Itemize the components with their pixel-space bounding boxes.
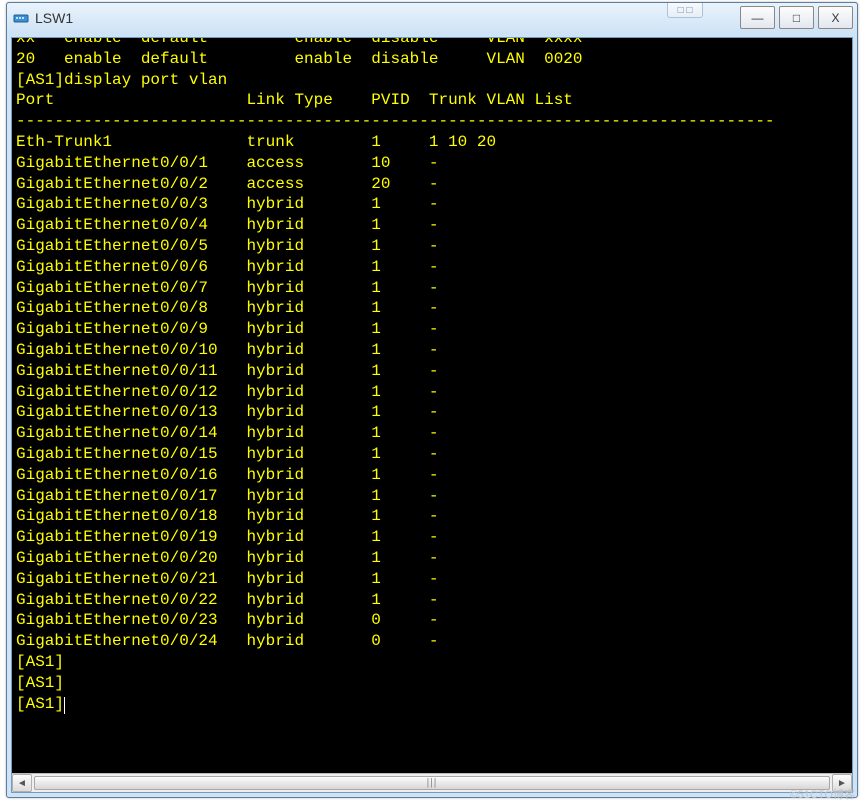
watermark: ©51CTO博客 xyxy=(790,786,855,802)
window-title: LSW1 xyxy=(35,10,73,26)
terminal-area[interactable]: xx enable default enable disable VLAN xx… xyxy=(11,37,853,793)
scroll-left-button[interactable]: ◄ xyxy=(12,774,32,792)
scroll-grip-icon: ||| xyxy=(427,778,438,789)
horizontal-scrollbar[interactable]: ◄ ||| ► xyxy=(12,773,852,792)
close-button[interactable]: X xyxy=(818,6,853,29)
app-window: LSW1 □ □ — □ X xx enable default enable … xyxy=(6,2,858,798)
scroll-track[interactable]: ||| xyxy=(34,774,830,792)
terminal-scroll[interactable]: xx enable default enable disable VLAN xx… xyxy=(12,38,852,773)
maximize-button[interactable]: □ xyxy=(779,6,814,29)
terminal-output[interactable]: xx enable default enable disable VLAN xx… xyxy=(12,38,852,716)
titlebar[interactable]: LSW1 □ □ — □ X xyxy=(7,3,857,33)
dock-button[interactable]: □ □ xyxy=(667,3,703,18)
scroll-thumb[interactable]: ||| xyxy=(34,776,830,790)
window-controls: □ □ — □ X xyxy=(740,6,853,29)
minimize-button[interactable]: — xyxy=(740,6,775,29)
device-icon xyxy=(13,10,29,26)
